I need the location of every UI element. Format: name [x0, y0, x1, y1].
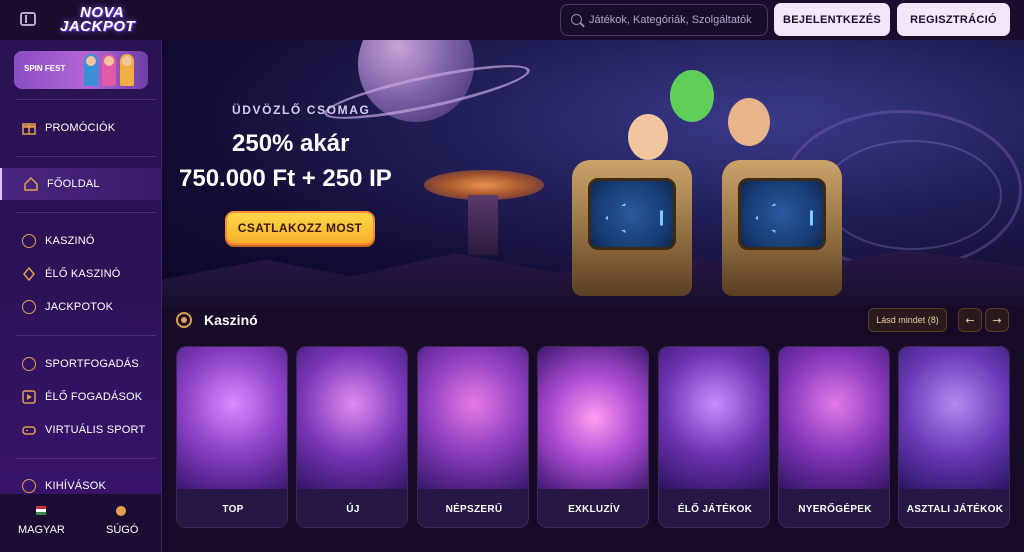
sidebar-item-label: JACKPOTOK — [45, 301, 114, 313]
category-card-top[interactable]: TOP — [176, 346, 288, 528]
top-header: NOVA JACKPOT BEJELENTKEZÉS REGISZTRÁCIÓ — [0, 0, 1024, 40]
next-arrow-button[interactable]: → — [985, 308, 1009, 332]
sidebar-item-promotions[interactable]: PROMÓCIÓK — [0, 112, 161, 144]
ufo-tower-stem — [468, 195, 498, 255]
sidebar-item-sports-betting[interactable]: SPORTFOGADÁS — [0, 348, 161, 380]
prev-arrow-button[interactable]: ← — [958, 308, 982, 332]
girl-character — [628, 114, 668, 160]
sidebar-item-label: ÉLŐ FOGADÁSOK — [45, 391, 143, 403]
sidebar-item-casino[interactable]: KASZINÓ — [0, 225, 161, 257]
bumper-car-left — [572, 160, 692, 296]
casino-chip-icon — [22, 234, 36, 248]
live-bets-icon — [22, 390, 36, 404]
bumper-car-right — [722, 160, 842, 296]
login-button[interactable]: BEJELENTKEZÉS — [774, 3, 890, 36]
casino-chip-icon — [176, 312, 192, 328]
divider — [16, 458, 156, 459]
gift-icon — [22, 121, 36, 135]
divider — [16, 335, 156, 336]
gamepad-icon — [22, 423, 36, 437]
card-label: ÚJ — [297, 489, 407, 527]
casino-section: Kaszinó Lásd mindet (8) ← → TOP ÚJ NÉPSZ… — [162, 306, 1024, 552]
sidebar-item-virtual-sports[interactable]: VIRTUÁLIS SPORT — [0, 414, 161, 446]
sidebar-item-label: FŐOLDAL — [47, 178, 100, 190]
card-label: ÉLŐ JÁTÉKOK — [659, 489, 769, 527]
join-now-button[interactable]: CSATLAKOZZ MOST — [225, 211, 375, 245]
card-label: NYERŐGÉPEK — [779, 489, 889, 527]
sidebar-item-live-casino[interactable]: ÉLŐ KASZINÓ — [0, 258, 161, 290]
banner-character-2 — [102, 54, 116, 86]
sidebar-footer: MAGYAR SÚGÓ — [0, 494, 161, 552]
sports-icon — [22, 357, 36, 371]
register-button[interactable]: REGISZTRÁCIÓ — [897, 3, 1010, 36]
category-card-slots[interactable]: NYERŐGÉPEK — [778, 346, 890, 528]
crown-card-art — [538, 347, 648, 489]
search-input[interactable] — [589, 5, 765, 35]
category-card-table-games[interactable]: ASZTALI JÁTÉKOK — [898, 346, 1010, 528]
sidebar-item-label: ÉLŐ KASZINÓ — [45, 268, 121, 280]
section-title: Kaszinó — [204, 312, 258, 328]
hero-banner: ÜDVÖZLŐ CSOMAG 250% akár 750.000 Ft + 25… — [162, 40, 1024, 306]
help-link[interactable]: SÚGÓ — [106, 524, 138, 536]
sidebar-item-live-bets[interactable]: ÉLŐ FOGADÁSOK — [0, 381, 161, 413]
category-card-live-games[interactable]: ÉLŐ JÁTÉKOK — [658, 346, 770, 528]
sidebar-item-label: KASZINÓ — [45, 235, 95, 247]
dealers-card-art — [659, 347, 769, 489]
sidebar-item-jackpots[interactable]: JACKPOTOK — [0, 291, 161, 323]
playing-cards-card-art — [899, 347, 1009, 489]
sidebar-item-label: PROMÓCIÓK — [45, 122, 116, 134]
alien-character — [670, 70, 714, 122]
card-label: NÉPSZERŰ — [418, 489, 528, 527]
search-icon — [571, 14, 582, 25]
see-all-button[interactable]: Lásd mindet (8) — [868, 308, 947, 332]
help-icon — [116, 506, 126, 516]
home-icon — [24, 176, 38, 191]
card-label: EXKLUZÍV — [538, 489, 648, 527]
adventurer-card-art — [297, 347, 407, 489]
divider — [16, 156, 156, 157]
category-cards: TOP ÚJ NÉPSZERŰ EXKLUZÍV ÉLŐ JÁTÉKOK NYE… — [176, 346, 1024, 528]
banner-character-3 — [120, 54, 134, 86]
banner-character-1 — [84, 54, 98, 86]
language-selector[interactable]: MAGYAR — [18, 524, 65, 536]
divider — [16, 99, 156, 100]
live-casino-icon — [22, 266, 36, 282]
spin-fest-label: SPIN FEST — [24, 64, 66, 73]
category-card-popular[interactable]: NÉPSZERŰ — [417, 346, 529, 528]
divider — [16, 212, 156, 213]
sidebar-item-label: VIRTUÁLIS SPORT — [45, 424, 146, 436]
hero-headline: 250% akár — [232, 130, 350, 157]
category-card-new[interactable]: ÚJ — [296, 346, 408, 528]
trophy-icon — [22, 479, 36, 493]
site-logo[interactable]: NOVA JACKPOT — [58, 4, 158, 36]
sidebar-item-label: KIHÍVÁSOK — [45, 480, 107, 492]
category-card-exclusive[interactable]: EXKLUZÍV — [537, 346, 649, 528]
jackpot-icon — [22, 300, 36, 314]
rollercoaster-track-illustration — [822, 140, 1002, 250]
hungarian-flag-icon — [36, 506, 46, 515]
card-label: TOP — [177, 489, 287, 527]
sidebar: SPIN FEST PROMÓCIÓK FŐOLDAL KASZINÓ ÉLŐ … — [0, 40, 162, 552]
card-label: ASZTALI JÁTÉKOK — [899, 489, 1009, 527]
hero-subheadline: 750.000 Ft + 250 IP — [179, 165, 392, 192]
sidebar-item-home[interactable]: FŐOLDAL — [0, 168, 161, 200]
slot-machine-card-art — [779, 347, 889, 489]
logo-text-bottom: JACKPOT — [60, 18, 136, 35]
search-box[interactable] — [560, 4, 768, 36]
sidebar-toggle-icon[interactable] — [20, 12, 36, 26]
hero-kicker: ÜDVÖZLŐ CSOMAG — [232, 103, 371, 117]
arrow-screen-right — [738, 178, 826, 250]
sidebar-item-label: SPORTFOGADÁS — [45, 358, 139, 370]
cowboy-card-art — [418, 347, 528, 489]
boy-character — [728, 98, 770, 146]
zeus-card-art — [177, 347, 287, 489]
spin-fest-banner[interactable]: SPIN FEST — [14, 51, 148, 89]
arrow-screen-left — [588, 178, 676, 250]
